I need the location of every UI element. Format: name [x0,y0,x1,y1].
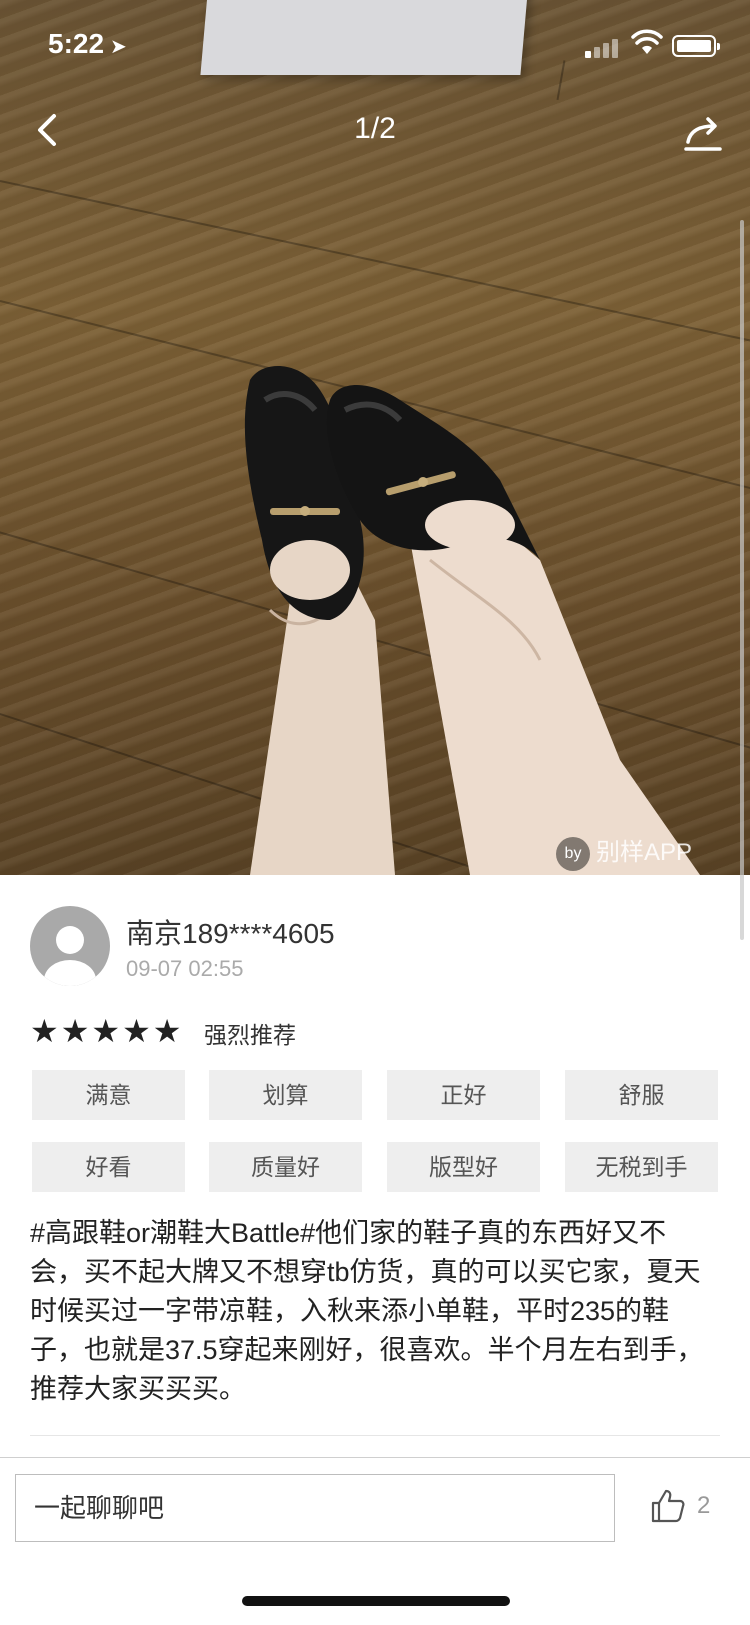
chevron-left-icon [38,114,56,146]
status-time: 5:22 ➤ [48,28,127,59]
wifi-icon [631,29,663,54]
tag: 满意 [32,1070,185,1120]
tag: 划算 [209,1070,362,1120]
chat-input[interactable] [15,1474,615,1542]
back-button[interactable] [26,108,70,152]
tag: 版型好 [387,1142,540,1192]
battery-icon [672,35,720,57]
avatar[interactable] [30,906,110,986]
location-arrow-icon: ➤ [110,36,127,58]
home-indicator[interactable] [242,1596,510,1606]
tag: 舒服 [565,1070,718,1120]
rating-label: 强烈推荐 [204,1022,296,1048]
tag: 无税到手 [565,1142,718,1192]
share-icon [686,124,716,144]
tag: 质量好 [209,1142,362,1192]
review-datetime: 09-07 02:55 [126,956,244,981]
photo-watermark: by 别样APP [556,832,692,871]
scrollbar-thumb[interactable] [740,220,744,940]
review-text: #高跟鞋or潮鞋大Battle#他们家的鞋子真的东西好又不会，买不起大牌又不想穿… [30,1218,704,1404]
tag: 好看 [32,1142,185,1192]
cellular-signal-icon [585,36,625,58]
watermark-logo-icon: by [556,836,590,871]
status-bar: 5:22 ➤ [0,0,750,90]
thumbs-up-icon [651,1489,685,1523]
like-count: 2 [697,1492,711,1519]
page-indicator: 1/2 [354,112,396,145]
review-photo[interactable]: 5:22 ➤ 1/2 by 别样APP [0,0,750,875]
divider [30,1435,720,1436]
share-button[interactable] [684,112,724,152]
username[interactable]: 南京189****4605 [126,912,335,952]
star-rating: ★★★★★ [30,1013,184,1049]
tag: 正好 [387,1070,540,1120]
like-button[interactable] [650,1488,686,1524]
